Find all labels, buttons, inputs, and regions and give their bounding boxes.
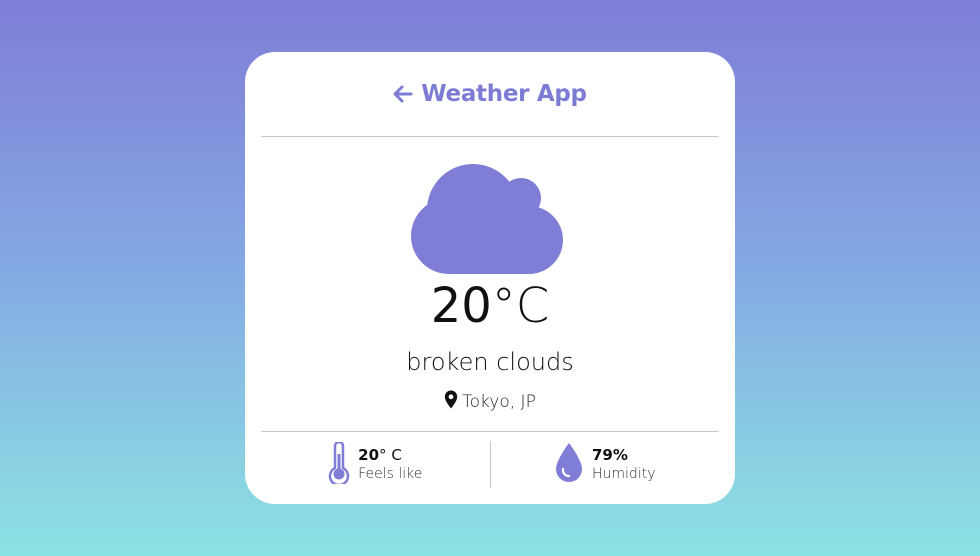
map-pin-icon <box>444 390 458 414</box>
cloud-icon <box>407 158 571 274</box>
weather-card: Weather App 20°C broken clouds Tokyo, JP <box>245 52 735 504</box>
temperature-value: 20 <box>430 278 492 334</box>
humidity-label: Humidity <box>592 466 656 483</box>
water-drop-icon <box>554 442 584 488</box>
feels-like-unit: ° C <box>379 445 402 464</box>
feels-like-value: 20 <box>358 445 380 464</box>
humidity-stat: 79% Humidity <box>489 441 720 488</box>
arrow-left-icon[interactable] <box>393 84 413 104</box>
feels-like-stat: 20° C Feels like <box>261 440 490 488</box>
app-header: Weather App <box>261 52 719 137</box>
location-label: Tokyo, JP <box>462 392 536 412</box>
app-title: Weather App <box>421 81 587 107</box>
thermometer-icon <box>328 440 350 488</box>
weather-description: broken clouds <box>406 348 574 376</box>
temperature-unit: °C <box>491 278 550 334</box>
stats-footer: 20° C Feels like 79% Humidity <box>261 431 719 488</box>
temperature: 20°C <box>245 282 735 330</box>
humidity-value: 79% <box>592 445 628 464</box>
feels-like-label: Feels like <box>358 466 423 483</box>
location: Tokyo, JP <box>245 390 735 414</box>
